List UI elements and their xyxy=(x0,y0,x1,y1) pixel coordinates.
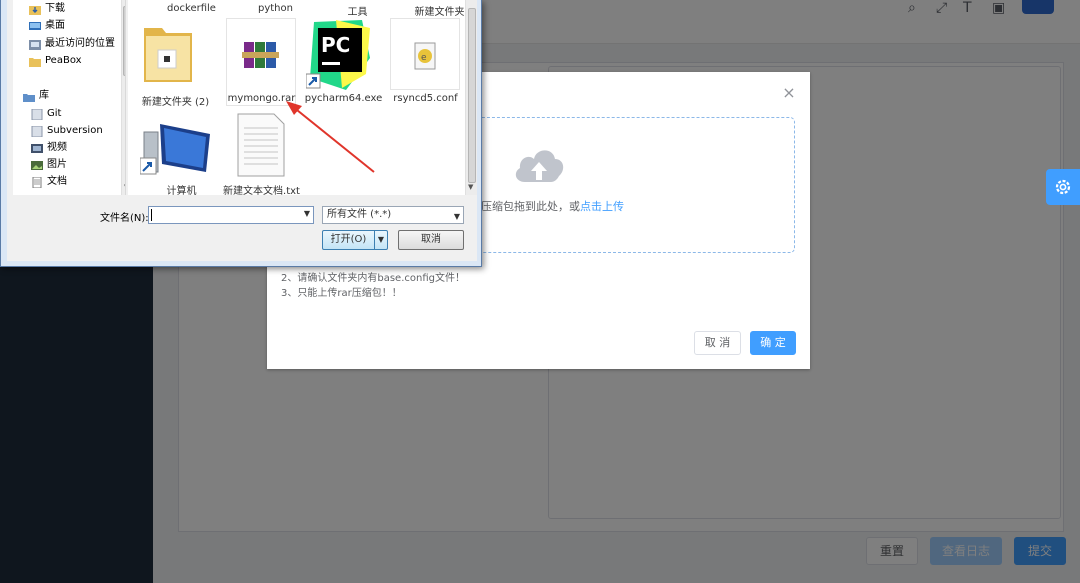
filename-label: 文件名(N): xyxy=(100,213,149,224)
text-file-icon[interactable] xyxy=(236,112,286,178)
gear-icon xyxy=(1055,179,1071,195)
file-label-rsyncd[interactable]: rsyncd5.conf xyxy=(378,93,473,104)
file-list-scroll-thumb[interactable] xyxy=(468,8,476,183)
folder-icon[interactable] xyxy=(140,20,196,86)
nav-item-desktop[interactable]: 桌面 xyxy=(29,18,65,34)
file-list-scrollbar[interactable]: ▼ xyxy=(465,0,477,195)
dialog-cancel-button[interactable]: 取 消 xyxy=(694,331,741,355)
nav-item-library[interactable]: 库 xyxy=(23,88,49,104)
upload-dropzone[interactable] xyxy=(467,117,795,253)
dialog-confirm-button[interactable]: 确 定 xyxy=(750,331,796,355)
open-dropdown-arrow-icon[interactable]: ▼ xyxy=(374,231,387,249)
nav-scroll-thumb[interactable] xyxy=(123,6,125,76)
recent-places-icon xyxy=(29,39,41,50)
config-file-icon: e xyxy=(414,42,436,70)
nav-item-documents[interactable]: 文档 xyxy=(31,174,67,190)
chevron-down-icon[interactable]: ▼ xyxy=(454,209,460,225)
nav-item-recent-places[interactable]: 最近访问的位置 xyxy=(29,36,115,52)
file-dialog-cancel-button[interactable]: 取消 xyxy=(398,230,464,250)
library-item-icon xyxy=(31,125,43,137)
file-label-pycharm[interactable]: pycharm64.exe xyxy=(296,93,391,104)
nav-item-downloads[interactable]: 下载 xyxy=(29,1,65,17)
file-label-mymongo[interactable]: mymongo.rar xyxy=(214,93,309,104)
open-button-label: 打开(O) xyxy=(330,234,367,245)
nav-label: Git xyxy=(47,108,62,119)
file-label-dockerfile[interactable]: dockerfile xyxy=(144,3,239,14)
svg-text:PC: PC xyxy=(321,33,350,57)
library-icon xyxy=(23,93,35,102)
documents-icon xyxy=(32,176,42,188)
file-dialog-body: 下载 桌面 最近访问的位置 PeaBox 库 Git Subversion 视频… xyxy=(7,0,477,261)
file-label-new-text[interactable]: 新建文本文档.txt xyxy=(214,182,309,195)
dropzone-text: 压缩包拖到此处，或点击上传 xyxy=(481,198,624,214)
nav-label: 最近访问的位置 xyxy=(45,38,115,49)
nav-label: Subversion xyxy=(47,125,103,136)
file-list: dockerfile python 工具 新建文件夹 新建文件夹 (2) mym… xyxy=(128,0,473,195)
download-folder-icon xyxy=(29,5,41,15)
nav-label: 文档 xyxy=(47,176,67,187)
nav-item-subversion[interactable]: Subversion xyxy=(31,123,103,139)
filetype-value: 所有文件 (*.*) xyxy=(327,209,392,220)
navigation-pane: 下载 桌面 最近访问的位置 PeaBox 库 Git Subversion 视频… xyxy=(13,0,126,195)
file-label-new-folder-2[interactable]: 新建文件夹 (2) xyxy=(128,93,223,108)
drop-instruction: 压缩包拖到此处，或 xyxy=(481,200,580,213)
svg-text:e: e xyxy=(421,53,427,63)
nav-label: 库 xyxy=(39,90,49,101)
chevron-down-icon[interactable]: ▼ xyxy=(304,209,310,218)
cloud-upload-icon xyxy=(515,150,564,182)
click-upload-link[interactable]: 点击上传 xyxy=(580,200,624,213)
settings-float-button[interactable] xyxy=(1046,169,1080,205)
file-label-tools[interactable]: 工具 xyxy=(310,3,405,18)
nav-label: 下载 xyxy=(45,3,65,14)
nav-item-peabox[interactable]: PeaBox xyxy=(29,53,82,69)
nav-item-git[interactable]: Git xyxy=(31,106,61,122)
file-label-python[interactable]: python xyxy=(228,3,323,14)
nav-label: 桌面 xyxy=(45,20,65,31)
nav-label: PeaBox xyxy=(45,55,82,66)
tip-2: 2、请确认文件夹内有base.config文件！ xyxy=(281,273,465,284)
scroll-down-icon[interactable]: ▼ xyxy=(124,183,125,191)
filetype-select[interactable]: 所有文件 (*.*) ▼ xyxy=(322,206,464,224)
open-button[interactable]: 打开(O) ▼ xyxy=(322,230,388,250)
nav-label: 图片 xyxy=(47,159,67,170)
close-icon[interactable]: × xyxy=(782,85,796,101)
pictures-icon xyxy=(31,160,43,170)
library-item-icon xyxy=(31,108,43,120)
pycharm-icon[interactable]: PC xyxy=(306,18,372,92)
tip-3: 3、只能上传rar压缩包！！ xyxy=(281,288,402,299)
nav-scrollbar[interactable]: ▼ xyxy=(121,0,125,195)
video-icon xyxy=(31,143,43,153)
text-caret xyxy=(151,209,152,221)
nav-label: 视频 xyxy=(47,142,67,153)
file-label-new-folder[interactable]: 新建文件夹 xyxy=(392,3,473,18)
folder-icon xyxy=(29,57,41,67)
file-open-dialog: 下载 桌面 最近访问的位置 PeaBox 库 Git Subversion 视频… xyxy=(0,0,482,267)
computer-icon[interactable] xyxy=(140,122,212,180)
nav-item-pictures[interactable]: 图片 xyxy=(31,157,67,173)
filename-input[interactable]: ▼ xyxy=(148,206,314,224)
desktop-icon xyxy=(29,21,41,30)
nav-item-videos[interactable]: 视频 xyxy=(31,140,67,156)
scroll-down-icon[interactable]: ▼ xyxy=(468,183,473,191)
winrar-archive-icon xyxy=(242,42,279,68)
